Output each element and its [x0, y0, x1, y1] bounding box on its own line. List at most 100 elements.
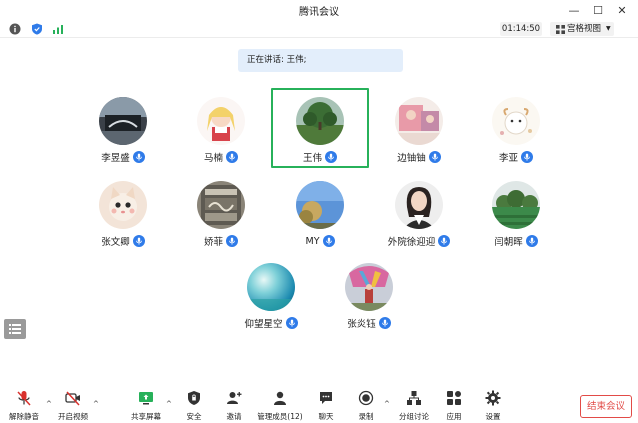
speaking-banner: 正在讲话: 王伟;	[238, 49, 403, 72]
apps-button[interactable]: 应用	[440, 386, 468, 423]
status-bar: 01:14:50 宫格视图 ▼	[0, 20, 638, 38]
record-icon	[358, 390, 374, 406]
participant-name: 李昱盛	[101, 153, 130, 164]
participant-name: 马楠	[203, 153, 223, 164]
mic-icon	[428, 151, 441, 163]
participant-name: 张文卿	[101, 237, 130, 248]
chat-button[interactable]: 聊天	[310, 386, 342, 423]
avatar	[395, 97, 443, 145]
share-options-chevron-icon[interactable]: ^	[166, 400, 172, 408]
avatar	[197, 97, 245, 145]
security-shield-icon	[188, 391, 200, 405]
chat-label: 聊天	[318, 412, 334, 421]
mic-icon	[226, 151, 238, 163]
participant-tile[interactable]: 王伟	[271, 88, 369, 168]
participant-tile[interactable]: 外院徐迎迎	[370, 172, 468, 252]
breakout-rooms-button[interactable]: 分组讨论	[396, 386, 432, 423]
breakout-rooms-label: 分组讨论	[399, 412, 429, 421]
unmute-button[interactable]: 解除静音	[6, 386, 42, 423]
mic-icon	[226, 235, 238, 247]
avatar	[395, 181, 443, 229]
participant-name-row: 李昱盛	[74, 150, 172, 164]
participant-tile[interactable]: 李昱盛	[74, 88, 172, 168]
participant-tile[interactable]: 边铀铀	[370, 88, 468, 168]
avatar	[296, 97, 344, 145]
participant-tile[interactable]: 闫朝晖	[467, 172, 565, 252]
participant-tile[interactable]: 张文卿	[74, 172, 172, 252]
avatar	[345, 263, 393, 311]
title-bar: 腾讯会议 — ☐ ✕	[0, 0, 638, 20]
meeting-toolbar: 解除静音 ^ 开启视频 ^ 共享屏幕 ^ 安全 邀请 管理成员(12) 聊天 录…	[0, 386, 638, 423]
video-options-chevron-icon[interactable]: ^	[93, 400, 99, 408]
breakout-rooms-icon	[407, 391, 421, 405]
start-video-button[interactable]: 开启视频	[55, 386, 91, 423]
participant-tile[interactable]: 仰望星空	[222, 254, 320, 334]
security-label: 安全	[186, 412, 202, 421]
manage-members-label: 管理成员(12)	[257, 412, 303, 421]
participant-name: 边铀铀	[397, 153, 426, 164]
mic-icon	[132, 235, 145, 247]
participant-name: 张炎钰	[347, 319, 376, 330]
end-meeting-button[interactable]: 结束会议	[580, 395, 632, 418]
minimize-button[interactable]: —	[562, 2, 586, 18]
invite-label: 邀请	[226, 412, 242, 421]
start-video-label: 开启视频	[58, 412, 88, 421]
maximize-button[interactable]: ☐	[586, 2, 610, 18]
participant-name: 闫朝晖	[494, 237, 523, 248]
settings-button[interactable]: 设置	[478, 386, 508, 423]
apps-icon	[447, 391, 461, 405]
record-label: 录制	[358, 412, 374, 421]
participant-tile[interactable]: MY	[271, 172, 369, 252]
close-button[interactable]: ✕	[610, 2, 634, 18]
participant-name: 外院徐迎迎	[387, 237, 436, 248]
invite-button[interactable]: 邀请	[218, 386, 250, 423]
meeting-window: 腾讯会议 — ☐ ✕ 01:14:50 宫格视图 ▼ 正在讲话: 王伟; 李昱盛…	[0, 0, 638, 423]
participant-name: 李亚	[498, 153, 518, 164]
participant-name-row: 张炎钰	[320, 316, 418, 330]
mic-icon	[322, 235, 335, 247]
participant-name-row: MY	[271, 234, 369, 248]
manage-members-button[interactable]: 管理成员(12)	[256, 386, 304, 423]
record-options-chevron-icon[interactable]: ^	[384, 400, 390, 408]
mic-icon	[378, 317, 391, 329]
participant-name-row: 马楠	[172, 150, 270, 164]
participant-tile[interactable]: 张炎钰	[320, 254, 418, 334]
apps-label: 应用	[446, 412, 462, 421]
gallery-view-label: 宫格视图	[567, 24, 602, 34]
participant-tile[interactable]: 娇菲	[172, 172, 270, 252]
window-title: 腾讯会议	[299, 6, 339, 18]
audio-options-chevron-icon[interactable]: ^	[46, 400, 52, 408]
shield-icon[interactable]	[31, 23, 43, 35]
grid-view-icon	[556, 24, 565, 34]
gallery-view-button[interactable]: 宫格视图 ▼	[550, 22, 614, 36]
signal-icon[interactable]	[52, 23, 64, 35]
mic-icon	[438, 235, 451, 247]
participant-name-row: 外院徐迎迎	[370, 234, 468, 248]
share-screen-label: 共享屏幕	[131, 412, 161, 421]
participant-tile[interactable]: 马楠	[172, 88, 270, 168]
info-icon[interactable]	[9, 23, 21, 35]
avatar	[492, 97, 540, 145]
window-controls: — ☐ ✕	[562, 2, 634, 18]
chat-icon	[320, 392, 332, 404]
chevron-down-icon: ▼	[606, 25, 611, 32]
settings-label: 设置	[485, 412, 501, 421]
avatar	[197, 181, 245, 229]
participant-name: MY	[305, 235, 320, 247]
mic-icon	[132, 151, 145, 163]
participant-name: 仰望星空	[244, 319, 283, 330]
participant-tile[interactable]: 李亚	[467, 88, 565, 168]
mic-icon	[325, 151, 337, 163]
security-button[interactable]: 安全	[178, 386, 210, 423]
share-screen-button[interactable]: 共享屏幕	[128, 386, 164, 423]
participant-list-toggle[interactable]	[4, 319, 26, 339]
avatar	[99, 97, 147, 145]
record-button[interactable]: 录制	[350, 386, 382, 423]
participant-name: 娇菲	[203, 237, 223, 248]
participant-name: 王伟	[302, 153, 322, 164]
gear-icon	[485, 390, 501, 406]
participant-name-row: 李亚	[467, 150, 565, 164]
mic-icon	[525, 235, 538, 247]
avatar	[492, 181, 540, 229]
participant-name-row: 仰望星空	[222, 316, 320, 330]
